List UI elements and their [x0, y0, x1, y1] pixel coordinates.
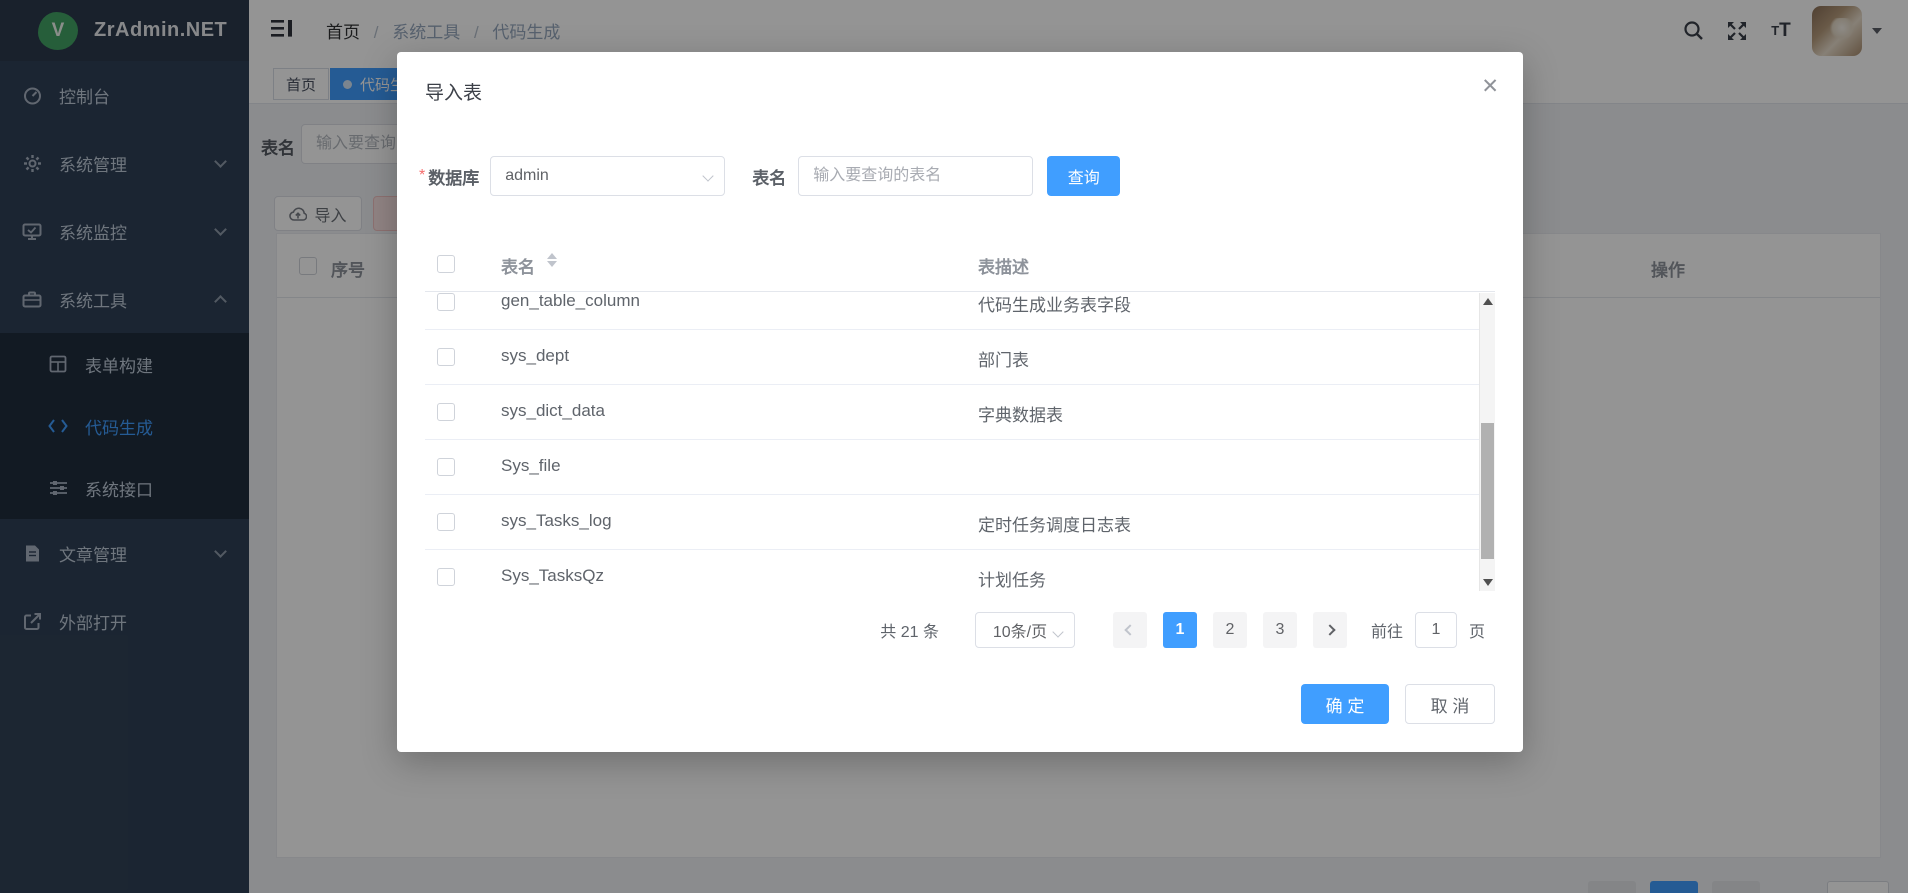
row-table-name: sys_dict_data: [501, 401, 605, 421]
import-table-dialog: 导入表 ✕ * 数据库 admin 表名 查询 表名 表描述 gen_table…: [397, 52, 1523, 752]
row-checkbox[interactable]: [437, 513, 455, 531]
cancel-button[interactable]: 取 消: [1405, 684, 1495, 724]
dialog-table-header: 表名 表描述: [425, 237, 1495, 292]
row-table-name: Sys_file: [501, 456, 561, 476]
column-header-desc: 表描述: [978, 253, 1029, 278]
chevron-down-icon: [703, 170, 714, 181]
modal-table-name-input[interactable]: [798, 156, 1033, 196]
pagination-prev-button[interactable]: [1113, 612, 1147, 648]
page-size-value: 10条/页: [993, 618, 1047, 642]
row-table-desc: 定时任务调度日志表: [978, 511, 1131, 536]
pagination-page-2[interactable]: 2: [1213, 612, 1247, 648]
table-row[interactable]: sys_Tasks_log 定时任务调度日志表: [425, 495, 1495, 550]
table-scrollbar[interactable]: [1479, 293, 1495, 591]
row-checkbox[interactable]: [437, 403, 455, 421]
row-table-desc: 字典数据表: [978, 401, 1063, 426]
sort-caret-icon[interactable]: [547, 251, 557, 269]
table-row[interactable]: sys_dict_data 字典数据表: [425, 385, 1495, 440]
database-select-value: admin: [505, 167, 549, 185]
row-checkbox[interactable]: [437, 348, 455, 366]
dialog-title: 导入表: [425, 78, 482, 105]
select-all-checkbox[interactable]: [437, 255, 455, 273]
table-row[interactable]: Sys_TasksQz 计划任务: [425, 550, 1495, 591]
pagination-goto-unit: 页: [1469, 618, 1485, 642]
row-table-desc: 代码生成业务表字段: [978, 293, 1131, 316]
dialog-pagination: 共 21 条 10条/页 1 2 3 前往 页: [880, 612, 1485, 648]
scroll-up-arrow-icon[interactable]: [1483, 298, 1493, 305]
table-row[interactable]: Sys_file: [425, 440, 1495, 495]
pagination-goto-label: 前往: [1371, 618, 1403, 642]
chevron-right-icon: [1324, 624, 1335, 635]
row-checkbox[interactable]: [437, 568, 455, 586]
pagination-next-button[interactable]: [1313, 612, 1347, 648]
row-table-name: sys_dept: [501, 346, 569, 366]
dialog-table-body: gen_table_column 代码生成业务表字段 sys_dept 部门表 …: [425, 293, 1495, 591]
row-table-desc: 部门表: [978, 346, 1029, 371]
table-row[interactable]: gen_table_column 代码生成业务表字段: [425, 293, 1495, 330]
scrollbar-thumb[interactable]: [1481, 423, 1494, 559]
pagination-total: 共 21 条: [880, 618, 939, 642]
database-select[interactable]: admin: [490, 156, 725, 196]
pagination-page-1[interactable]: 1: [1163, 612, 1197, 648]
row-table-name: Sys_TasksQz: [501, 566, 604, 586]
required-asterisk: *: [419, 167, 425, 185]
close-icon[interactable]: ✕: [1481, 76, 1499, 97]
query-button[interactable]: 查询: [1047, 156, 1120, 196]
column-header-name: 表名: [501, 253, 535, 278]
row-table-desc: 计划任务: [978, 566, 1046, 591]
row-checkbox[interactable]: [437, 293, 455, 311]
pagination-goto-input[interactable]: [1415, 612, 1457, 648]
scroll-down-arrow-icon[interactable]: [1483, 579, 1493, 586]
dialog-footer: 确 定 取 消: [1301, 684, 1495, 724]
row-table-name: sys_Tasks_log: [501, 511, 612, 531]
table-row[interactable]: sys_dept 部门表: [425, 330, 1495, 385]
dialog-query-form: * 数据库 admin 表名 查询: [419, 155, 1120, 197]
page-size-select[interactable]: 10条/页: [975, 612, 1075, 648]
database-label: 数据库: [428, 164, 479, 189]
modal-table-name-label: 表名: [752, 164, 786, 189]
confirm-button[interactable]: 确 定: [1301, 684, 1389, 724]
chevron-down-icon: [1052, 626, 1063, 637]
chevron-left-icon: [1124, 624, 1135, 635]
pagination-page-3[interactable]: 3: [1263, 612, 1297, 648]
row-checkbox[interactable]: [437, 458, 455, 476]
row-table-name: gen_table_column: [501, 293, 640, 311]
